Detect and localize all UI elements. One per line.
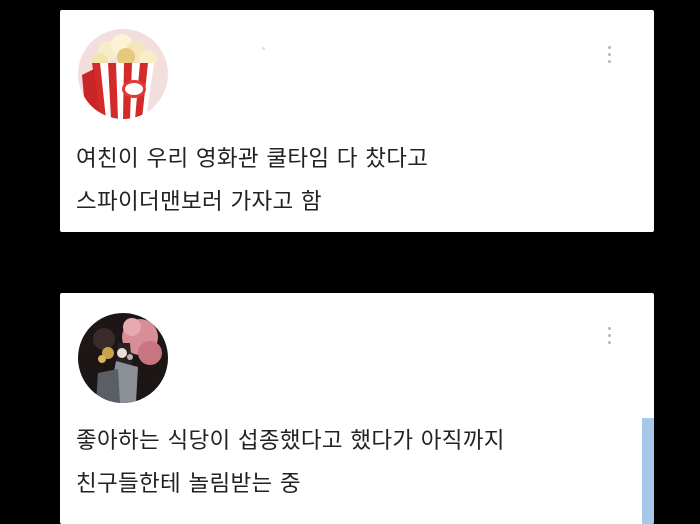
post-card: 좋아하는 식당이 섭종했다고 했다가 아직까지 친구들한테 놀림받는 중 xyxy=(60,293,654,524)
post-line: 좋아하는 식당이 섭종했다고 했다가 아직까지 xyxy=(76,428,505,454)
post-line: 스파이더맨보러 가자고 함 xyxy=(76,189,322,215)
character-avatar-icon[interactable] xyxy=(78,313,168,403)
popcorn-avatar-icon[interactable] xyxy=(78,29,168,119)
more-vertical-icon[interactable] xyxy=(606,327,612,344)
post-body: 좋아하는 식당이 섭종했다고 했다가 아직까지 친구들한테 놀림받는 중 xyxy=(76,420,624,506)
decorative-dot xyxy=(262,47,265,50)
post-card: 여친이 우리 영화관 쿨타임 다 찼다고 스파이더맨보러 가자고 함 xyxy=(60,10,654,232)
post-line: 여친이 우리 영화관 쿨타임 다 찼다고 xyxy=(76,146,429,172)
more-vertical-icon[interactable] xyxy=(606,46,612,63)
post-body: 여친이 우리 영화관 쿨타임 다 찼다고 스파이더맨보러 가자고 함 xyxy=(76,138,624,224)
scrollbar-accent[interactable] xyxy=(642,418,654,524)
post-line: 친구들한테 놀림받는 중 xyxy=(76,471,301,497)
